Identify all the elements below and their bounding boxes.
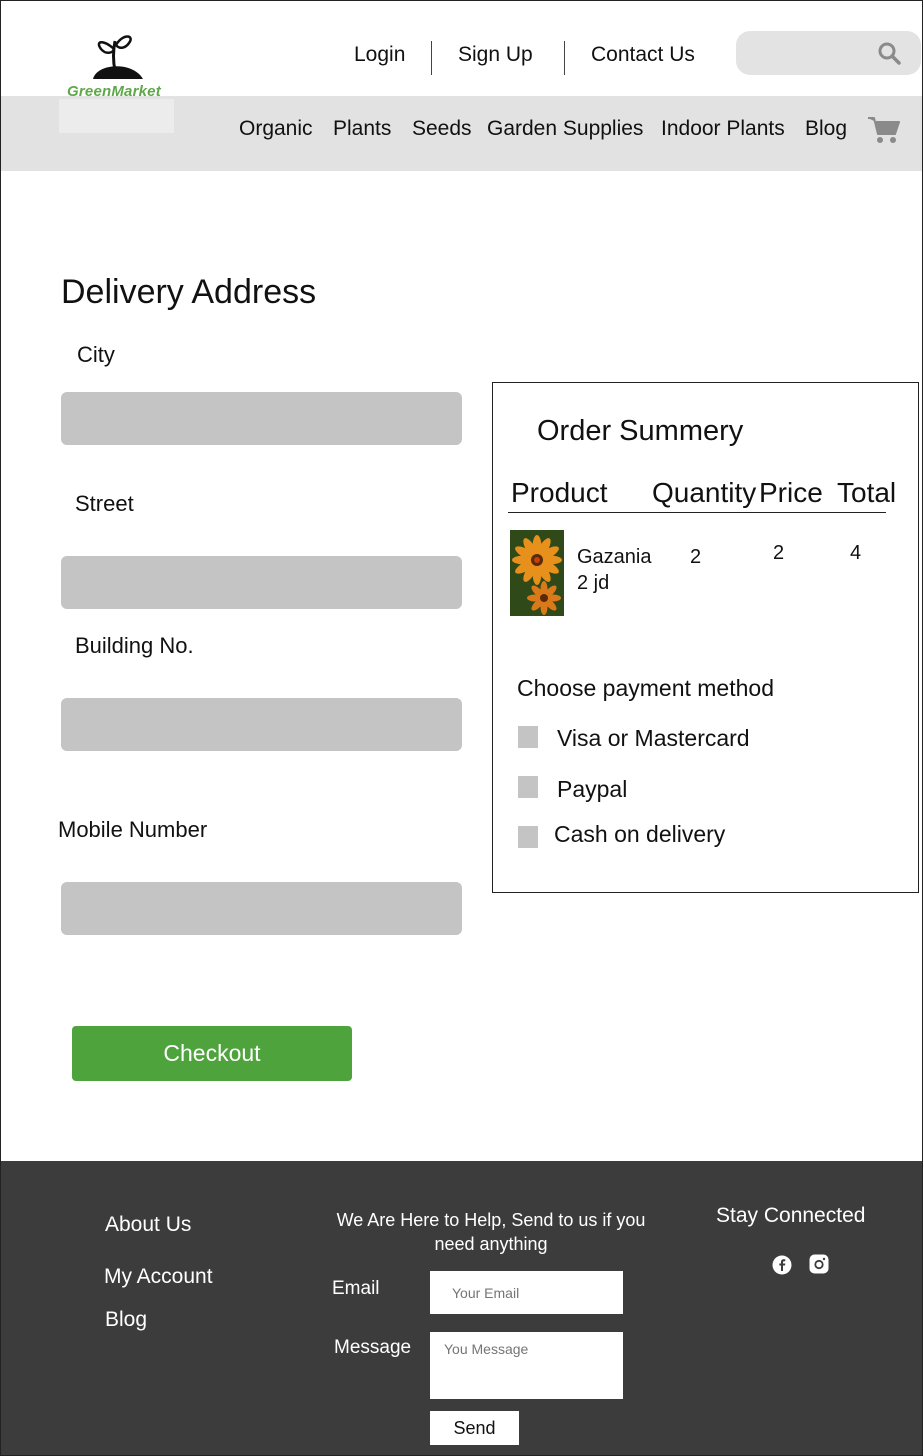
- payment-method-title: Choose payment method: [517, 675, 774, 701]
- product-total: 4: [850, 542, 862, 564]
- footer-link-about[interactable]: About Us: [105, 1213, 191, 1237]
- send-button[interactable]: Send: [430, 1411, 519, 1445]
- page-frame: GreenMarket Login Sign Up Contact Us Org…: [0, 0, 923, 1456]
- email-label: Email: [332, 1278, 380, 1299]
- signup-link[interactable]: Sign Up: [458, 43, 533, 67]
- building-label: Building No.: [75, 633, 194, 658]
- product-image[interactable]: [510, 530, 564, 616]
- order-summary-title: Order Summery: [537, 415, 744, 447]
- building-input[interactable]: [61, 698, 462, 751]
- divider: [431, 41, 432, 75]
- logo[interactable]: GreenMarket: [63, 31, 173, 131]
- nav-item-plants[interactable]: Plants: [333, 117, 391, 141]
- street-label: Street: [75, 491, 134, 516]
- column-header-total: Total: [837, 477, 897, 508]
- search-icon[interactable]: [877, 41, 901, 65]
- checkbox-visa[interactable]: [518, 726, 538, 748]
- stay-connected-title: Stay Connected: [716, 1204, 866, 1227]
- divider: [564, 41, 565, 75]
- product-quantity: 2: [690, 546, 702, 568]
- nav-item-organic[interactable]: Organic: [239, 117, 313, 141]
- email-input[interactable]: [430, 1271, 623, 1314]
- header-divider: [508, 512, 886, 513]
- product-unit-price: 2 jd: [577, 572, 610, 594]
- nav-item-blog[interactable]: Blog: [805, 117, 847, 141]
- cart-icon[interactable]: [867, 115, 901, 145]
- street-input[interactable]: [61, 556, 462, 609]
- column-header-price: Price: [759, 477, 823, 508]
- page-title: Delivery Address: [61, 273, 317, 311]
- checkout-button[interactable]: Checkout: [72, 1026, 352, 1081]
- product-name: Gazania: [577, 546, 652, 568]
- city-label: City: [77, 342, 115, 367]
- search-input[interactable]: [736, 31, 921, 75]
- mobile-input[interactable]: [61, 882, 462, 935]
- help-text: We Are Here to Help, Send to us if you n…: [336, 1210, 646, 1254]
- column-header-product: Product: [511, 477, 608, 508]
- nav-item-indoor-plants[interactable]: Indoor Plants: [661, 117, 785, 141]
- message-input[interactable]: [430, 1332, 623, 1399]
- checkbox-cash[interactable]: [518, 826, 538, 848]
- column-header-quantity: Quantity: [652, 477, 757, 508]
- payment-option-cash[interactable]: Cash on delivery: [554, 821, 725, 848]
- plant-logo-icon: [93, 35, 143, 79]
- login-link[interactable]: Login: [354, 43, 405, 67]
- footer-link-account[interactable]: My Account: [104, 1265, 213, 1289]
- checkbox-paypal[interactable]: [518, 776, 538, 798]
- contact-us-link[interactable]: Contact Us: [591, 43, 695, 67]
- payment-option-visa[interactable]: Visa or Mastercard: [557, 725, 750, 752]
- facebook-icon[interactable]: [772, 1255, 792, 1275]
- message-label: Message: [334, 1337, 412, 1358]
- footer-link-blog[interactable]: Blog: [105, 1308, 147, 1332]
- logo-text: GreenMarket: [67, 83, 161, 100]
- instagram-icon[interactable]: [809, 1254, 829, 1274]
- city-input[interactable]: [61, 392, 462, 445]
- nav-item-garden-supplies[interactable]: Garden Supplies: [487, 117, 643, 141]
- product-price: 2: [773, 542, 785, 564]
- order-summary-panel: [492, 382, 919, 893]
- nav-item-seeds[interactable]: Seeds: [412, 117, 472, 141]
- mobile-label: Mobile Number: [58, 817, 208, 842]
- payment-option-paypal[interactable]: Paypal: [557, 776, 627, 803]
